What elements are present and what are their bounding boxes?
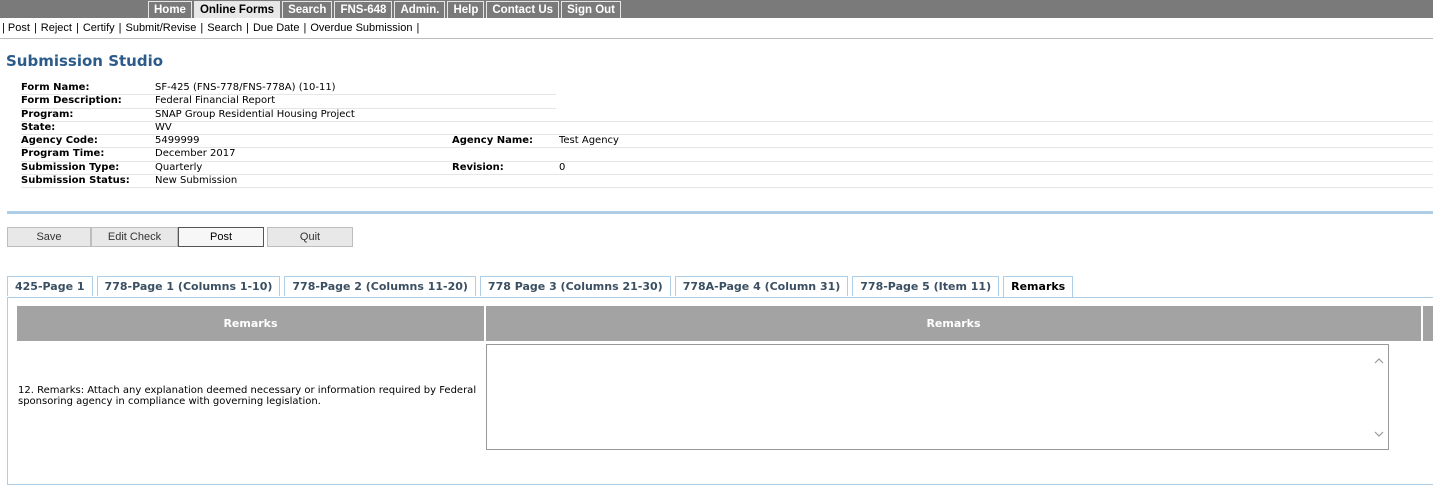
form-name-label: Form Name:: [21, 82, 90, 93]
subnav-separator: |: [2, 22, 5, 34]
section-divider: [7, 211, 1433, 214]
remarks-textarea-wrapper: [486, 344, 1389, 450]
nav-fns-648[interactable]: FNS-648: [334, 1, 393, 18]
tab-remarks[interactable]: Remarks: [1003, 276, 1074, 298]
nav-help[interactable]: Help: [447, 1, 485, 18]
subnav-separator: |: [200, 22, 204, 34]
info-row-program-time: Program Time: December 2017: [21, 148, 1433, 162]
nav-sign-out[interactable]: Sign Out: [561, 1, 621, 18]
top-nav-items: Home Online Forms Search FNS-648 Admin. …: [148, 1, 623, 18]
subnav-separator: |: [416, 22, 420, 34]
edit-check-button[interactable]: Edit Check: [91, 227, 178, 247]
submission-type-value: Quarterly: [155, 161, 203, 173]
subnav-post[interactable]: Post: [8, 22, 30, 34]
revision-value: 0: [559, 161, 566, 173]
tab-778-page-2[interactable]: 778-Page 2 (Columns 11-20): [284, 276, 476, 296]
form-description-label: Form Description:: [21, 95, 122, 107]
program-value: SNAP Group Residential Housing Project: [155, 108, 355, 120]
quit-button[interactable]: Quit: [267, 227, 353, 247]
submission-status-value: New Submission: [155, 175, 238, 187]
subnav-certify[interactable]: Certify: [83, 22, 115, 34]
top-nav-bar: Home Online Forms Search FNS-648 Admin. …: [0, 0, 1433, 18]
info-row-agency: Agency Code: 5499999 Agency Name: Test A…: [21, 135, 1433, 149]
subnav-due-date[interactable]: Due Date: [253, 22, 299, 34]
remarks-label-column-header: Remarks: [17, 306, 484, 341]
info-row-submission-status: Submission Status: New Submission: [21, 175, 1433, 189]
chevron-up-icon[interactable]: [1372, 353, 1386, 367]
subnav-separator: |: [246, 22, 249, 34]
agency-name-label: Agency Name:: [452, 135, 534, 147]
agency-code-label: Agency Code:: [21, 135, 98, 147]
action-toolbar: Save Edit Check Post Quit: [7, 227, 353, 247]
info-row-form-description: Form Description: Federal Financial Repo…: [21, 95, 556, 109]
program-label: Program:: [21, 108, 74, 120]
form-page-tabs: 425-Page 1 778-Page 1 (Columns 1-10) 778…: [7, 276, 1077, 298]
chevron-down-icon[interactable]: [1372, 427, 1386, 441]
extra-column-header: [1423, 306, 1433, 341]
remarks-description: 12. Remarks: Attach any explanation deem…: [18, 385, 477, 407]
subnav-separator: |: [33, 22, 37, 34]
program-time-label: Program Time:: [21, 148, 105, 160]
revision-label: Revision:: [452, 161, 504, 173]
info-row-program: Program: SNAP Group Residential Housing …: [21, 109, 1433, 122]
subnav-separator: |: [75, 22, 79, 34]
tab-778-page-5[interactable]: 778-Page 5 (Item 11): [852, 276, 1000, 296]
nav-contact-us[interactable]: Contact Us: [486, 1, 560, 18]
save-button[interactable]: Save: [7, 227, 91, 247]
sub-nav-items: | Post | Reject | Certify | Submit/Revise | Sear…: [2, 22, 423, 34]
info-row-submission-type: Submission Type: Quarterly Revision: 0: [21, 161, 1433, 176]
state-label: State:: [21, 121, 56, 133]
agency-code-value: 5499999: [155, 135, 200, 147]
nav-home[interactable]: Home: [148, 1, 192, 18]
subnav-search[interactable]: Search: [207, 22, 242, 34]
remarks-textarea[interactable]: [487, 345, 1370, 449]
subnav-separator: |: [303, 22, 307, 34]
tab-778-page-1[interactable]: 778-Page 1 (Columns 1-10): [96, 276, 281, 296]
page-title: Submission Studio: [6, 52, 164, 70]
tab-425-page-1[interactable]: 425-Page 1: [7, 276, 93, 296]
agency-name-value: Test Agency: [559, 135, 619, 147]
sub-nav-bar: | Post | Reject | Certify | Submit/Revise | Sear…: [0, 18, 1433, 39]
nav-search[interactable]: Search: [282, 1, 333, 18]
nav-online-forms[interactable]: Online Forms: [193, 1, 281, 18]
subnav-separator: |: [118, 22, 122, 34]
program-time-value: December 2017: [155, 148, 236, 160]
tab-778-page-3[interactable]: 778 Page 3 (Columns 21-30): [479, 276, 671, 296]
subnav-submit-revise[interactable]: Submit/Revise: [125, 22, 196, 34]
submission-type-label: Submission Type:: [21, 161, 120, 173]
remarks-tab-panel: Remarks Remarks 12. Remarks: Attach any …: [7, 297, 1433, 485]
post-button[interactable]: Post: [178, 227, 264, 247]
form-name-value: SF-425 (FNS-778/FNS-778A) (10-11): [155, 82, 336, 93]
nav-admin[interactable]: Admin.: [394, 1, 446, 18]
tab-778a-page-4[interactable]: 778A-Page 4 (Column 31): [674, 276, 849, 296]
subnav-reject[interactable]: Reject: [41, 22, 72, 34]
state-value: WV: [155, 121, 172, 133]
submission-status-label: Submission Status:: [21, 175, 130, 187]
subnav-overdue-submission[interactable]: Overdue Submission: [310, 22, 412, 34]
remarks-input-column-header: Remarks: [486, 306, 1421, 341]
form-description-value: Federal Financial Report: [155, 95, 276, 107]
info-row-state: State: WV: [21, 121, 1433, 136]
info-row-form-name: Form Name: SF-425 (FNS-778/FNS-778A) (10…: [21, 82, 556, 96]
form-info-grid: Form Name: SF-425 (FNS-778/FNS-778A) (10…: [21, 82, 1433, 189]
